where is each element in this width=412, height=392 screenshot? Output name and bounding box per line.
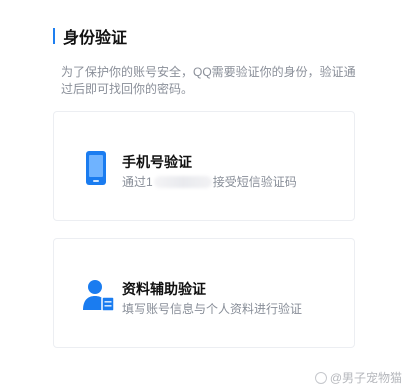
profile-verification-subtitle: 填写账号信息与个人资料进行验证: [122, 302, 303, 316]
title-accent-bar: [53, 28, 55, 44]
watermark-icon: [314, 371, 327, 384]
page-title: 身份验证: [53, 26, 128, 47]
watermark: @男子宠物猫: [314, 369, 402, 386]
phone-verification-subtitle: 通过1 接受短信验证码: [122, 173, 297, 190]
phone-verification-card[interactable]: 手机号验证 通过1 接受短信验证码: [53, 111, 355, 221]
user-profile-icon: [82, 277, 116, 313]
phone-subtitle-suffix: 接受短信验证码: [212, 175, 297, 189]
profile-verification-title: 资料辅助验证: [122, 281, 206, 297]
profile-verification-card[interactable]: 资料辅助验证 填写账号信息与个人资料进行验证: [53, 238, 355, 348]
masked-phone-number: [153, 176, 212, 188]
page-title-text: 身份验证: [63, 30, 128, 47]
phone-verification-title: 手机号验证: [122, 154, 192, 170]
watermark-text: @男子宠物猫: [329, 371, 402, 385]
phone-subtitle-prefix: 通过1: [122, 175, 153, 189]
mobile-phone-icon: [82, 150, 110, 186]
verification-description: 为了保护你的账号安全，QQ需要验证你的身份，验证通过后即可找回你的密码。: [61, 65, 356, 96]
